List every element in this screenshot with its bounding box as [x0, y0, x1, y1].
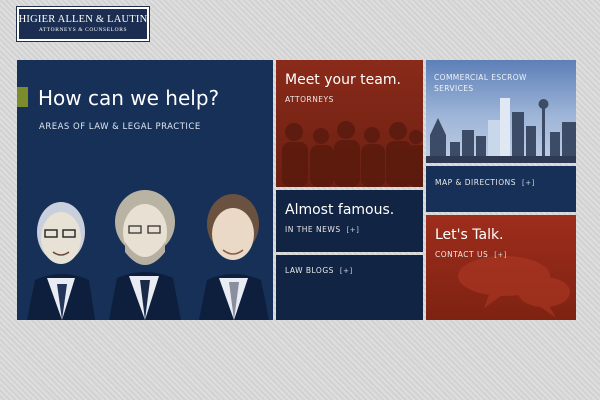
in-the-news-link[interactable]: IN THE NEWS [+] [285, 225, 359, 234]
dallas-skyline-image [426, 98, 576, 163]
attorney-portrait-3 [199, 194, 269, 320]
map-directions-link[interactable]: MAP & DIRECTIONS [+] [435, 178, 535, 187]
law-blogs-label: LAW BLOGS [285, 266, 334, 275]
lets-talk-tile[interactable]: Let's Talk. CONTACT US [+] [426, 215, 576, 320]
expand-icon: [+] [339, 267, 353, 275]
logo-name: HIGIER ALLEN & LAUTIN [18, 14, 148, 25]
map-directions-tile[interactable]: MAP & DIRECTIONS [+] [426, 166, 576, 212]
law-blogs-link[interactable]: LAW BLOGS [+] [285, 266, 353, 275]
firm-logo[interactable]: HIGIER ALLEN & LAUTIN ATTORNEYS & COUNSE… [16, 6, 150, 42]
in-the-news-label: IN THE NEWS [285, 225, 341, 234]
attorneys-link[interactable]: ATTORNEYS [285, 95, 334, 104]
attorney-portrait-2 [109, 190, 181, 320]
meet-your-team-tile[interactable]: Meet your team. ATTORNEYS [276, 60, 423, 187]
map-directions-label: MAP & DIRECTIONS [435, 178, 516, 187]
talk-heading: Let's Talk. [435, 227, 504, 243]
accent-bar [17, 87, 28, 107]
logo-tagline: ATTORNEYS & COUNSELORS [38, 27, 128, 33]
logo-badge: HIGIER ALLEN & LAUTIN ATTORNEYS & COUNSE… [19, 9, 147, 39]
areas-of-law-link[interactable]: AREAS OF LAW & LEGAL PRACTICE [39, 122, 201, 132]
speech-bubbles-image [458, 256, 570, 318]
commercial-escrow-tile[interactable]: COMMERCIAL ESCROW SERVICES [426, 60, 576, 163]
contact-us-label: CONTACT US [435, 250, 489, 259]
almost-famous-tile[interactable]: Almost famous. IN THE NEWS [+] [276, 190, 423, 252]
team-silhouettes-image [282, 121, 423, 187]
contact-us-link[interactable]: CONTACT US [+] [435, 250, 507, 259]
areas-of-law-tile[interactable]: How can we help? AREAS OF LAW & LEGAL PR… [17, 60, 273, 320]
attorneys-portrait-image [27, 190, 269, 320]
help-heading: How can we help? [38, 86, 220, 110]
law-blogs-tile[interactable]: LAW BLOGS [+] [276, 255, 423, 320]
expand-icon: [+] [521, 179, 535, 187]
team-heading: Meet your team. [285, 72, 401, 88]
famous-heading: Almost famous. [285, 202, 395, 218]
expand-icon: [+] [494, 251, 508, 259]
attorney-portrait-1 [27, 202, 95, 320]
expand-icon: [+] [346, 226, 360, 234]
